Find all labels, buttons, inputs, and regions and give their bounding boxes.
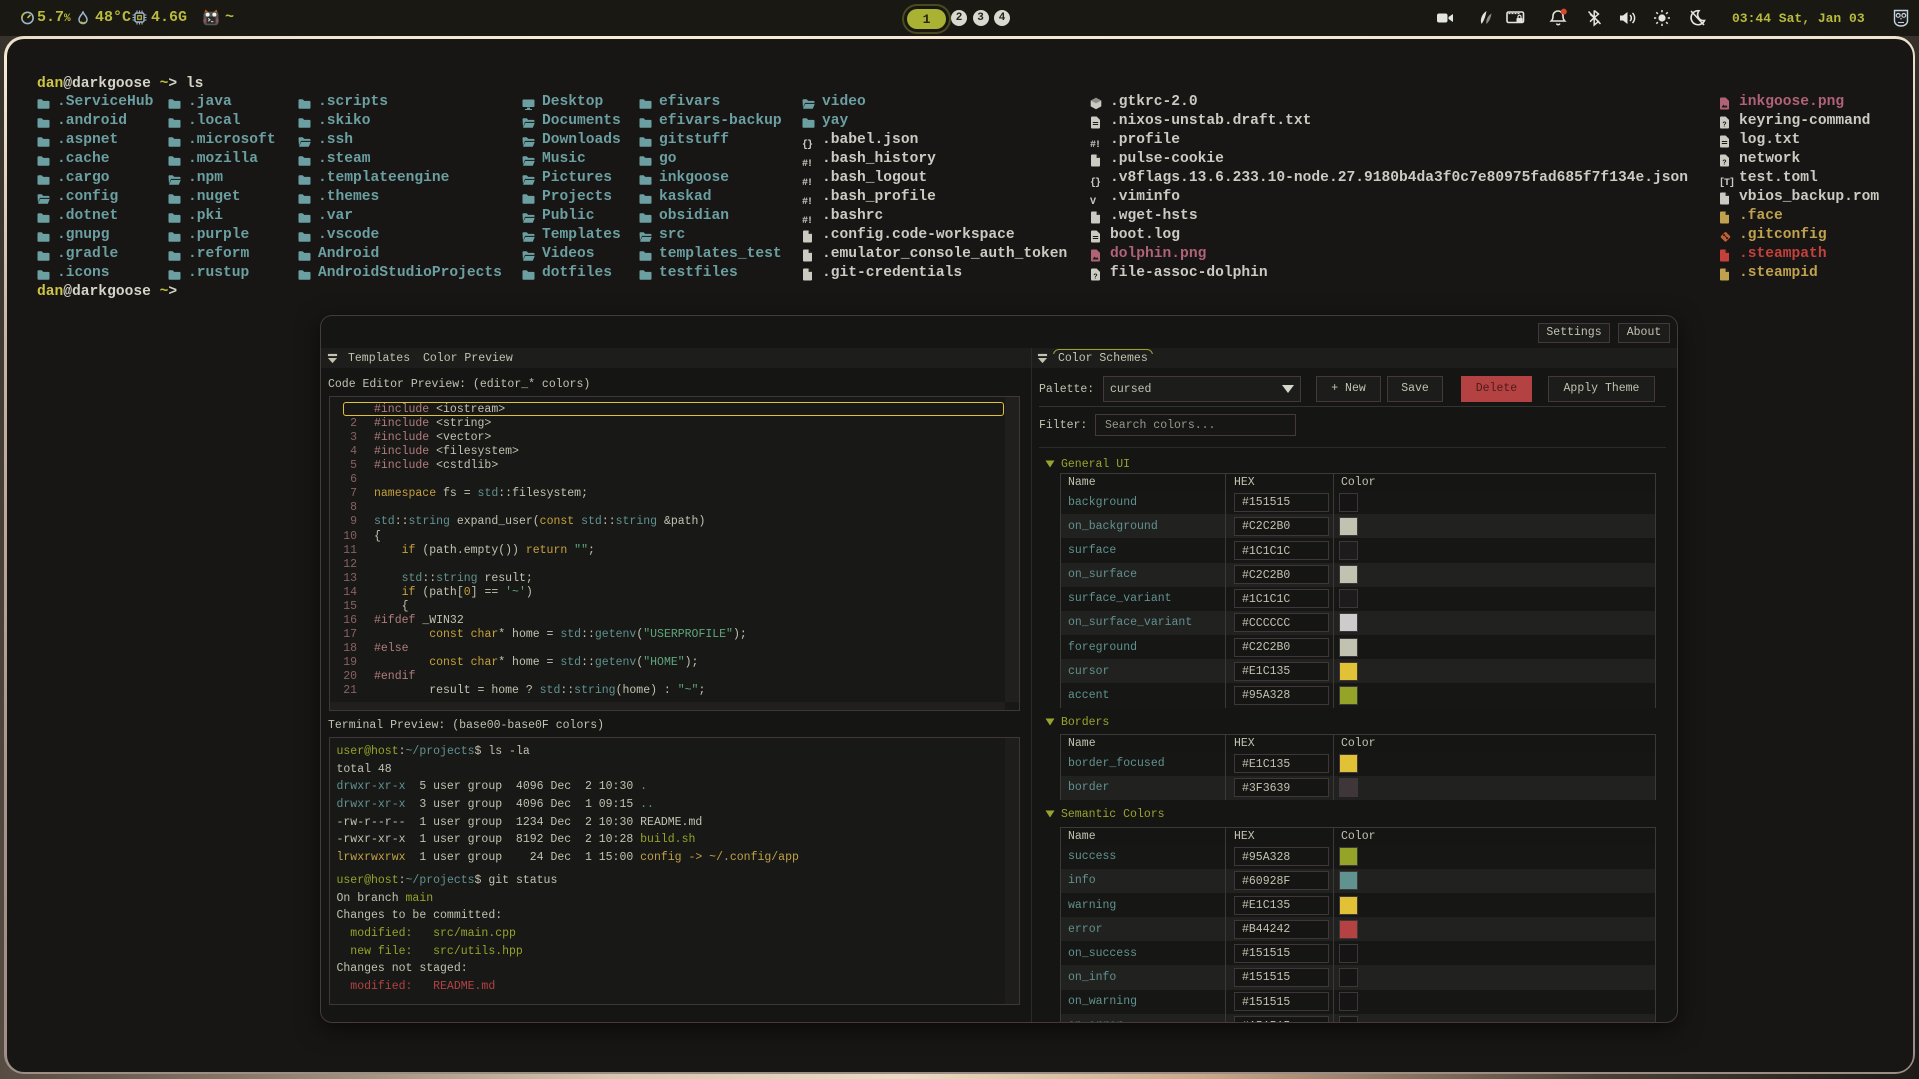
svg-text:?: ?: [1722, 121, 1726, 129]
svg-text:?: ?: [1093, 273, 1097, 281]
svg-text:?: ?: [1722, 159, 1726, 167]
